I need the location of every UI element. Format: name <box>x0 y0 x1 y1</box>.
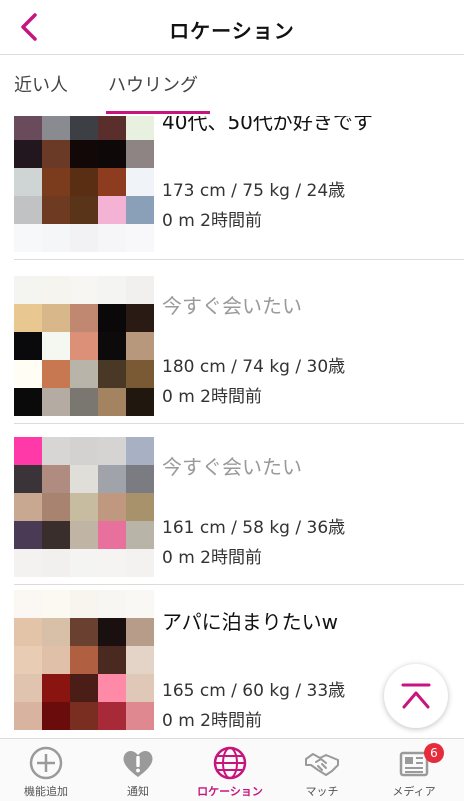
handshake-icon <box>305 753 339 776</box>
heart-exclamation-icon <box>123 750 153 777</box>
user-stats: 165 cm / 60 kg / 33歳 <box>162 681 346 701</box>
tabbar-label: 通知 <box>127 785 149 798</box>
tabbar-label: ロケーション <box>197 785 263 798</box>
tabbar-item-notifications[interactable]: 通知 <box>92 739 184 801</box>
divider <box>14 423 464 424</box>
tabbar-item-match[interactable]: マッチ <box>276 739 368 801</box>
avatar <box>14 590 154 730</box>
bottom-tab-bar: 機能追加 通知 ロケーション マッチ 6 メディア <box>0 738 464 801</box>
user-message: 今すぐ会いたい <box>162 294 302 318</box>
user-message: 今すぐ会いたい <box>162 455 302 479</box>
user-list[interactable]: 40代、50代が好きです 173 cm / 75 kg / 24歳 0 m 2時… <box>0 116 464 738</box>
tab-bar: 近い人 ハウリング <box>0 55 464 115</box>
tab-nearby[interactable]: 近い人 <box>14 71 68 97</box>
avatar <box>14 276 154 416</box>
scroll-to-top-button[interactable] <box>384 664 448 728</box>
tab-howling[interactable]: ハウリング <box>108 71 198 97</box>
user-meta: 0 m 2時間前 <box>162 548 262 568</box>
avatar <box>14 116 154 252</box>
user-message: アパに泊まりたいw <box>162 610 338 634</box>
list-item[interactable]: 今すぐ会いたい 161 cm / 58 kg / 36歳 0 m 2時間前 <box>0 425 464 585</box>
tabbar-label: 機能追加 <box>24 785 68 798</box>
user-stats: 161 cm / 58 kg / 36歳 <box>162 518 346 538</box>
list-item[interactable]: 今すぐ会いたい 180 cm / 74 kg / 30歳 0 m 2時間前 <box>0 264 464 424</box>
header: ロケーション <box>0 0 464 55</box>
globe-icon <box>213 746 247 780</box>
page-title: ロケーション <box>169 19 295 43</box>
tabbar-item-add-features[interactable]: 機能追加 <box>0 739 92 801</box>
list-item[interactable]: 40代、50代が好きです 173 cm / 75 kg / 24歳 0 m 2時… <box>0 116 464 260</box>
active-tab-indicator <box>106 111 210 114</box>
user-meta: 0 m 2時間前 <box>162 387 262 407</box>
user-stats: 180 cm / 74 kg / 30歳 <box>162 357 346 377</box>
notification-badge: 6 <box>424 743 444 763</box>
divider <box>14 584 464 585</box>
tabbar-label: メディア <box>392 785 436 798</box>
tabbar-label: マッチ <box>305 785 339 798</box>
plus-circle-icon <box>29 746 63 780</box>
tabbar-item-media[interactable]: 6 メディア <box>368 739 460 801</box>
divider <box>14 259 464 260</box>
user-stats: 173 cm / 75 kg / 24歳 <box>162 181 346 201</box>
user-meta: 0 m 2時間前 <box>162 711 262 731</box>
tabbar-item-location[interactable]: ロケーション <box>184 739 276 801</box>
scroll-top-icon <box>401 683 431 709</box>
avatar <box>14 437 154 577</box>
user-meta: 0 m 2時間前 <box>162 211 262 231</box>
user-message: 40代、50代が好きです <box>162 116 373 134</box>
